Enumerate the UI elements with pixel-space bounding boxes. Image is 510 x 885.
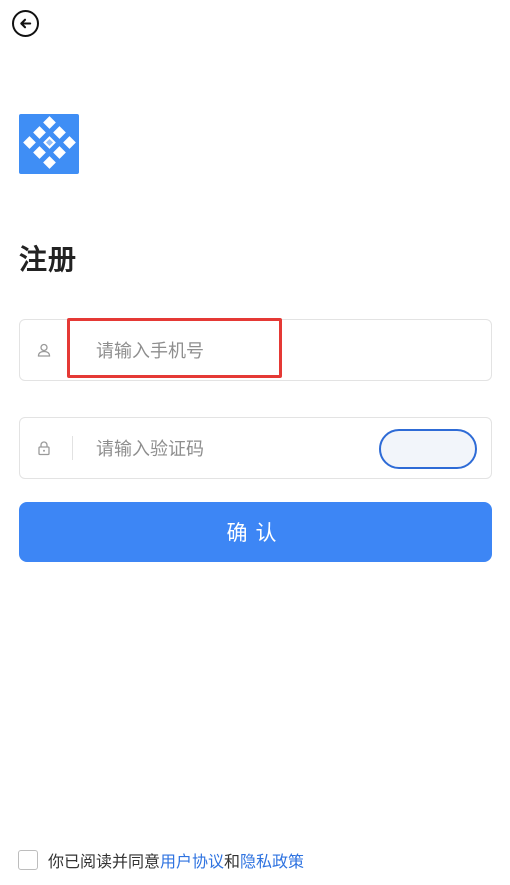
verification-code-field [19, 417, 492, 479]
diamond-grid-logo-icon [23, 116, 76, 169]
privacy-policy-link[interactable]: 隐私政策 [240, 848, 304, 872]
app-logo [19, 114, 79, 174]
agreement-prefix: 你已阅读并同意 [48, 852, 161, 871]
lock-icon [36, 440, 52, 456]
verification-code-input[interactable] [96, 430, 366, 468]
get-code-button[interactable] [379, 429, 477, 469]
back-arrow-icon[interactable] [12, 10, 39, 37]
page-title: 注册 [19, 243, 78, 276]
field-divider [72, 436, 73, 460]
register-page: 注册 确认 你已阅读并同意 用户协议 和 隐私政策 [0, 0, 510, 885]
arrow-left-icon [20, 18, 32, 29]
agreement-row: 你已阅读并同意 用户协议 和 隐私政策 [18, 848, 304, 872]
user-icon [36, 342, 52, 358]
agreement-conjunction: 和 [224, 852, 241, 871]
user-agreement-link[interactable]: 用户协议 [160, 848, 224, 872]
phone-field [19, 319, 492, 381]
phone-input[interactable] [96, 332, 356, 370]
confirm-button[interactable]: 确认 [19, 502, 492, 562]
agreement-checkbox[interactable] [18, 850, 38, 870]
